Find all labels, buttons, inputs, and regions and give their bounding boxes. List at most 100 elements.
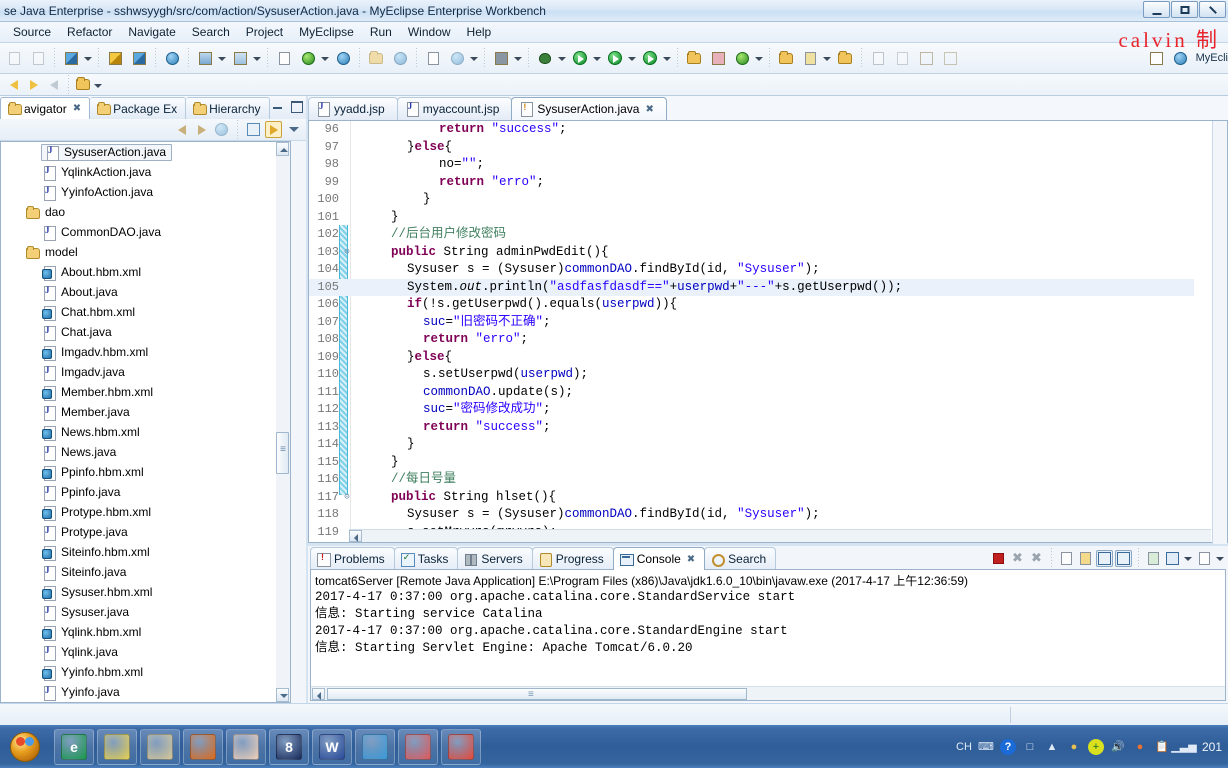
code-line[interactable]: 104 Sysuser s = (Sysuser)commonDAO.findBy… [309,261,1194,279]
editor-tab-sysuseraction-java[interactable]: SysuserAction.java ✖ [511,97,667,120]
tree-item[interactable]: Protype.hbm.xml [1,502,291,522]
search-icon[interactable] [800,48,820,68]
console-tab-search[interactable]: Search [704,547,777,570]
panel-tab-hierarchy[interactable]: Hierarchy [186,97,270,119]
new-report-icon[interactable] [423,48,443,68]
fold-toggle-icon[interactable]: ⊝ [343,489,351,507]
security-icon[interactable]: ● [1132,739,1148,755]
taskbar-eraser-tool-icon[interactable] [398,728,438,765]
code-line[interactable]: 112 suc="密码修改成功"; [309,401,1194,419]
qq-icon[interactable]: ● [1066,739,1082,755]
console-tab-tasks[interactable]: Tasks [393,547,459,570]
editor-tab-myaccount-jsp[interactable]: myaccount.jsp [396,97,513,120]
run-icon[interactable] [570,48,590,68]
ime-indicator[interactable]: CH [956,739,972,755]
code-lines[interactable]: 96 return "success"; 97}else{98 no=""; 99 ret… [309,121,1194,542]
search-dropdown[interactable] [822,48,831,68]
code-line[interactable]: 114} [309,436,1194,454]
up-nav-icon[interactable] [46,77,62,93]
remove-all-launches-icon[interactable]: ✖ [1028,550,1045,567]
tree-scroll-thumb[interactable] [276,432,289,474]
network-signal-icon[interactable]: ▁▃▅ [1171,739,1196,755]
help-icon[interactable]: ? [999,738,1016,755]
link-with-editor-icon[interactable] [265,121,282,138]
run-dropdown[interactable] [592,48,601,68]
web-browser-icon[interactable] [162,48,182,68]
tree-item[interactable]: Sysuser.hbm.xml [1,582,291,602]
new-class-icon[interactable] [732,48,752,68]
console-tab-progress[interactable]: Progress [531,547,614,570]
keyboard-icon[interactable]: ⌨ [978,739,994,755]
console-tab-console[interactable]: Console ✖ [612,547,706,570]
toggle-block-icon[interactable] [916,48,936,68]
search-web-dropdown[interactable] [469,48,478,68]
open-console-icon[interactable] [1145,550,1162,567]
code-line[interactable]: 113 return "success"; [309,419,1194,437]
code-editor[interactable]: 96 return "success"; 97}else{98 no=""; 99 ret… [308,120,1228,544]
new-wizard-dropdown[interactable] [83,48,92,68]
open-perspective-icon[interactable] [1147,48,1167,68]
expand-tray-icon[interactable]: ▲ [1044,739,1060,755]
code-line[interactable]: 100} [309,191,1194,209]
code-line[interactable]: 111 commonDAO.update(s); [309,384,1194,402]
new-item-dropdown[interactable] [93,75,102,95]
close-icon[interactable]: ✖ [687,554,695,565]
clipboard-icon[interactable]: 📋 [1154,739,1170,755]
tree-item[interactable]: Siteinfo.java [1,562,291,582]
open-type-icon[interactable] [366,48,386,68]
editor-vertical-scrollbar[interactable] [1212,121,1227,544]
tree-item[interactable]: Imgadv.hbm.xml [1,342,291,362]
fold-toggle-icon[interactable]: ⊝ [343,244,351,262]
taskbar-internet-explorer-icon[interactable]: e [54,728,94,765]
editor-hscroll-left-button[interactable] [349,530,362,542]
code-line[interactable]: 108 return "erro"; [309,331,1194,349]
forward-nav-icon[interactable] [26,77,42,93]
tree-item[interactable]: Ppinfo.java [1,482,291,502]
navigator-back-icon[interactable] [173,121,190,138]
menu-item-source[interactable]: Source [5,23,59,41]
tree-item[interactable]: Yqlink.hbm.xml [1,622,291,642]
code-line[interactable]: 117 ⊝ public String hlset(){ [309,489,1194,507]
globe-run-icon[interactable] [333,48,353,68]
new-console-view-icon[interactable] [1196,550,1213,567]
menu-item-help[interactable]: Help [459,23,500,41]
tree-item[interactable]: Member.java [1,402,291,422]
taskbar-explorer-window-icon[interactable] [140,728,180,765]
taskbar-baby-photo-icon[interactable] [226,728,266,765]
server-start-dropdown[interactable] [320,48,329,68]
panel-tab-avigator[interactable]: avigator ✖ [0,97,91,119]
code-line[interactable]: 98 no=""; [309,156,1194,174]
run-history-dropdown[interactable] [627,48,636,68]
navigator-up-icon[interactable] [213,121,230,138]
menu-item-myeclipse[interactable]: MyEclipse [291,23,362,41]
tree-item[interactable]: Member.hbm.xml [1,382,291,402]
clear-console-icon[interactable] [1058,550,1075,567]
menu-item-refactor[interactable]: Refactor [59,23,120,41]
myeclipse-perspective-icon[interactable] [1171,48,1191,68]
new-class-dropdown[interactable] [754,48,763,68]
tree-item[interactable]: Ppinfo.hbm.xml [1,462,291,482]
tree-scroll-up-button[interactable] [276,142,289,156]
deploy-add-icon[interactable] [195,48,215,68]
clock[interactable]: 201 [1202,740,1222,754]
console-output[interactable]: 2017-4-17 0:37:00 org.apache.catalina.co… [311,589,1223,684]
new-console-dropdown[interactable] [1215,548,1224,568]
tree-item[interactable]: model [1,242,291,262]
deploy-blue-cube-icon[interactable] [129,48,149,68]
new-item-icon[interactable] [75,77,91,93]
server-start-icon[interactable] [298,48,318,68]
code-line[interactable]: 118 Sysuser s = (Sysuser)commonDAO.findBy… [309,506,1194,524]
file-tree[interactable]: SysuserAction.java YqlinkAction.java Yyinf… [0,141,291,703]
tree-item[interactable]: News.hbm.xml [1,422,291,442]
display-selected-console-icon[interactable] [1164,550,1181,567]
console-horizontal-scrollbar[interactable] [311,686,1225,700]
navigator-forward-icon[interactable] [193,121,210,138]
tree-item[interactable]: dao [1,202,291,222]
maximize-button[interactable] [1171,1,1198,18]
tree-item[interactable]: Yyinfo.java [1,682,291,702]
editor-tab-yyadd-jsp[interactable]: yyadd.jsp [308,97,398,120]
update-icon[interactable]: + [1087,738,1104,755]
tree-scroll-down-button[interactable] [276,688,289,702]
save-icon[interactable] [4,48,24,68]
pin-console-icon[interactable] [1096,549,1113,567]
